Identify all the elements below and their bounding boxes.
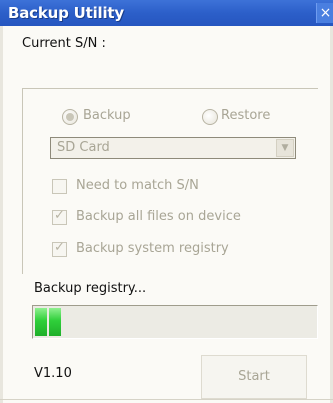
match-serial-checkbox[interactable]: [52, 179, 67, 194]
chevron-down-icon[interactable]: ▼: [276, 139, 294, 157]
start-button[interactable]: Start: [201, 355, 307, 399]
backup-utility-window: Backup Utility × Current S/N : Backup Re…: [0, 0, 333, 403]
storage-select[interactable]: SD Card ▼: [50, 137, 296, 159]
window-border-left: [0, 26, 3, 403]
restore-radio-label: Restore: [221, 108, 271, 123]
progress-block: [35, 308, 47, 336]
storage-select-value: SD Card: [57, 140, 110, 155]
version-label: V1.10: [34, 366, 72, 381]
checkmark-icon: ✓: [54, 240, 65, 255]
progress-bar: [32, 305, 318, 339]
current-serial-label: Current S/N :: [22, 36, 106, 51]
status-text: Backup registry...: [34, 281, 147, 296]
backup-registry-label: Backup system registry: [76, 241, 229, 256]
progress-block: [49, 308, 61, 336]
backup-registry-checkbox[interactable]: ✓: [52, 240, 67, 257]
backup-radio-label: Backup: [83, 108, 131, 123]
backup-all-files-label: Backup all files on device: [76, 209, 241, 224]
title-bar[interactable]: Backup Utility ×: [0, 0, 333, 26]
match-serial-label: Need to match S/N: [76, 178, 199, 193]
checkmark-icon: ✓: [54, 208, 65, 223]
backup-all-files-checkbox[interactable]: ✓: [52, 208, 67, 225]
restore-radio[interactable]: [202, 109, 218, 125]
backup-radio[interactable]: [62, 109, 78, 125]
close-icon[interactable]: ×: [316, 3, 333, 23]
window-title: Backup Utility: [8, 4, 124, 22]
progress-fill: [35, 308, 63, 336]
divider: [0, 399, 333, 400]
